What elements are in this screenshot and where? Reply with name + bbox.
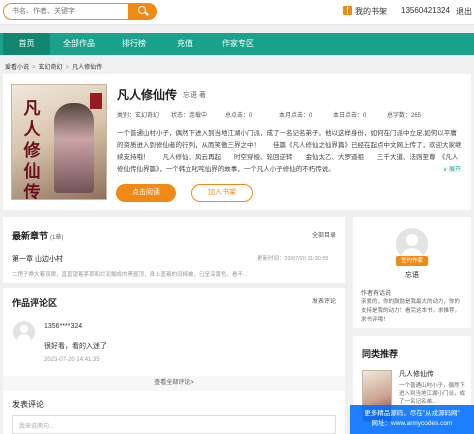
section-divider <box>3 283 345 288</box>
my-shelf-link[interactable]: 我的书架 <box>343 6 387 17</box>
chapter-snippet: 二愣子睁大着双眼，直直望着茅草和烂泥糊成的黑屋顶，身上盖着的旧棉被，已呈深黄色，… <box>12 272 248 278</box>
comment-text: 很好看，看的入迷了 <box>44 343 107 350</box>
all-chapters-link[interactable]: 全部目录 <box>312 230 336 239</box>
nav-author-zone[interactable]: 作家专区 <box>214 33 262 55</box>
book-cover[interactable]: 凡人修仙传 <box>11 84 107 200</box>
my-shelf-label: 我的书架 <box>355 7 387 16</box>
nav-all-works[interactable]: 全部作品 <box>55 33 103 55</box>
similar-books-heading: 同类推荐 <box>362 349 399 359</box>
comment-user: 1356****324 <box>44 323 83 330</box>
watermark-line2: 网址：www.armycodes.com <box>371 420 453 427</box>
latest-chapter-link[interactable]: 第一章 山边小村 <box>12 254 63 264</box>
user-phone[interactable]: 13560421324 <box>401 6 450 15</box>
cover-seal <box>90 93 102 109</box>
book-icon <box>343 6 352 15</box>
search-input[interactable] <box>4 4 122 19</box>
nav-ranking[interactable]: 排行榜 <box>113 33 155 55</box>
book-title: 凡人修仙传 <box>117 88 178 102</box>
comment-input[interactable]: 我来说两句... <box>12 415 336 434</box>
meta-word-count: 总字数：265 <box>387 113 422 119</box>
post-comment-link[interactable]: 发表评论 <box>312 296 336 305</box>
search-box <box>3 3 129 20</box>
expand-summary-toggle[interactable]: ∨ 展开 <box>443 164 461 173</box>
latest-chapter-heading: 最新章节 (1章) <box>12 231 64 241</box>
nav-home[interactable]: 首页 <box>3 33 50 55</box>
read-button[interactable]: 点击阅读 <box>116 184 176 202</box>
meta-day-clicks: 本日点击：0 <box>333 113 367 119</box>
cover-figure <box>54 103 94 193</box>
meta-category: 类别：玄幻奇幻 <box>117 113 160 119</box>
watermark-banner: 更多精品源码，尽在"从戎源码网" 网址：www.armycodes.com <box>350 405 474 434</box>
author-panel: 签约作家 忘语 作者有话说 亲爱的，你的鼓励是我最大的动力，你的支持是我的动力！… <box>353 217 471 328</box>
author-words: 亲爱的，你的鼓励是我最大的动力，你的支持是我的动力！看完这本书，求推荐，求书评哦… <box>361 299 461 323</box>
main-column: 最新章节 (1章) 全部目录 第一章 山边小村 更新时间：23/07/20 11:… <box>3 217 345 434</box>
rec-book-title[interactable]: 凡人修仙传 <box>399 369 434 379</box>
meta-month-clicks: 本月点击：0 <box>279 113 313 119</box>
meta-status: 状态：连载中 <box>171 113 208 119</box>
book-summary: 一个普通山村小子，偶然下进入到当地江湖小门派，成了一名记名弟子。他以这样身份，如… <box>117 130 462 173</box>
add-to-shelf-button[interactable]: 加入书架 <box>191 184 253 202</box>
comment-time: 2023-07-20 14:41:35 <box>44 357 100 363</box>
breadcrumb-category[interactable]: 玄幻奇幻 <box>39 65 63 71</box>
logout-link[interactable]: 退出 <box>456 6 472 17</box>
author-words-title: 作者有话说 <box>361 291 392 297</box>
breadcrumb: 爱看小说 > 玄幻奇幻 > 凡人修仙传 <box>5 65 103 71</box>
top-bar: 我的书架 13560421324 退出 <box>0 0 474 25</box>
breadcrumb-book: 凡人修仙传 <box>72 65 103 71</box>
chapter-count: (1章) <box>50 235 64 241</box>
meta-total-clicks: 总点击：0 <box>225 113 253 119</box>
view-all-comments-button[interactable]: 查看全部评论> <box>3 376 345 391</box>
book-author[interactable]: 忘语 著 <box>183 90 206 100</box>
comments-heading: 作品评论区 <box>12 298 58 308</box>
post-comment-heading: 发表评论 <box>12 400 44 409</box>
search-button[interactable] <box>129 3 157 20</box>
avatar <box>13 321 35 343</box>
nav-recharge[interactable]: 充值 <box>165 33 205 55</box>
main-nav: 首页 全部作品 排行榜 充值 作家专区 <box>0 33 474 55</box>
cover-title-art: 凡人修仙传 <box>23 99 41 200</box>
book-info-card: 凡人修仙传 凡人修仙传 忘语 著 类别：玄幻奇幻 状态：连载中 总点击：0 本月… <box>3 74 471 210</box>
watermark-line1: 更多精品源码，尽在"从戎源码网" <box>364 410 460 417</box>
author-name[interactable]: 忘语 <box>353 270 471 280</box>
chapter-update-time: 更新时间：23/07/20 11:30:55 <box>257 256 329 262</box>
author-badge: 签约作家 <box>396 256 428 266</box>
rec-book-desc: 一个普通山村小子，偶然下进入到当地江湖小门派，成了一名记名弟... <box>399 383 466 405</box>
breadcrumb-home[interactable]: 爱看小说 <box>5 65 29 71</box>
